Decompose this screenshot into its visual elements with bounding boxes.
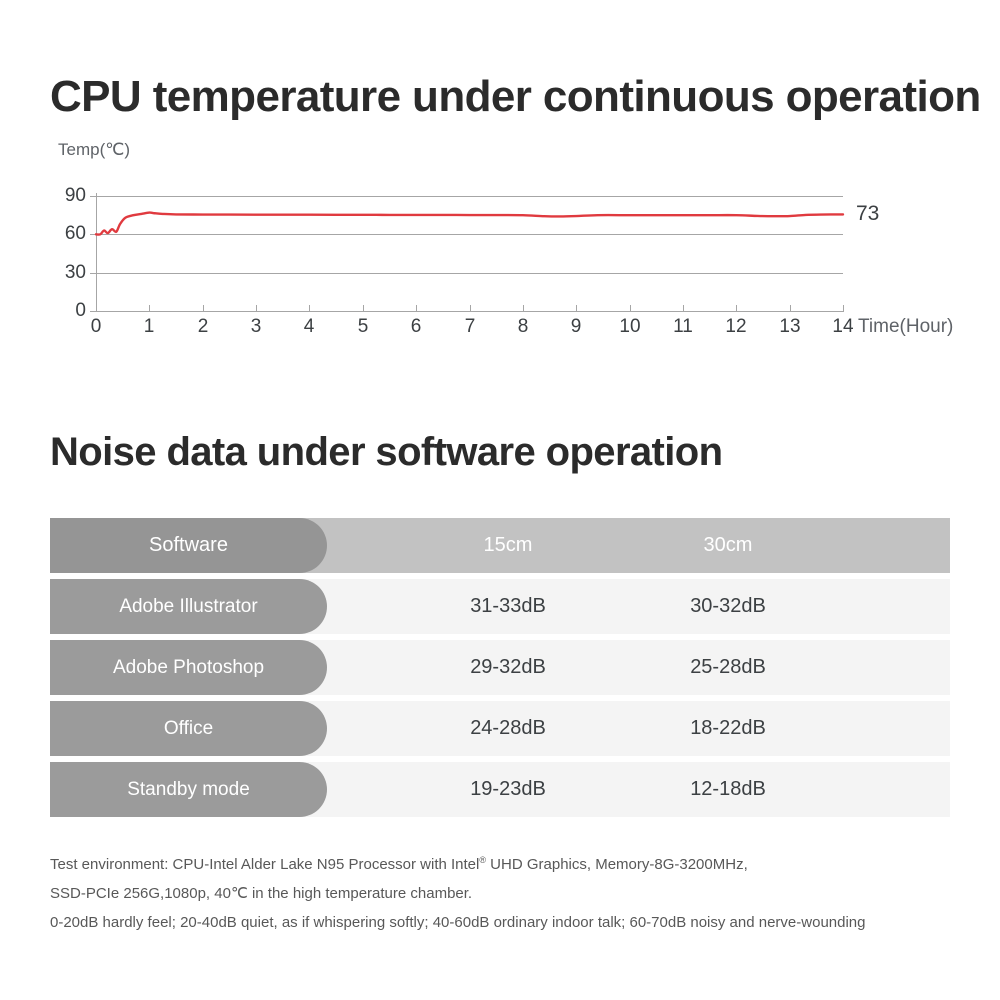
table-header-cell-30cm: 30cm xyxy=(653,518,803,573)
noise-data-table: Software 15cm 30cm Adobe Illustrator 31-… xyxy=(50,518,950,823)
table-cell-15cm: 19-23dB xyxy=(433,762,583,817)
table-cell-15cm: 24-28dB xyxy=(433,701,583,756)
table-cell-software: Adobe Illustrator xyxy=(50,579,327,634)
table-cell-15cm-value: 31-33dB xyxy=(470,595,546,617)
footnote-line-1-part-a: Test environment: CPU-Intel Alder Lake N… xyxy=(50,856,480,873)
table-cell-software: Adobe Photoshop xyxy=(50,640,327,695)
table-cell-30cm-value: 30-32dB xyxy=(690,595,766,617)
table-cell-30cm-value: 12-18dB xyxy=(690,778,766,800)
table-cell-software-label: Adobe Illustrator xyxy=(119,595,258,617)
chart-endpoint-value-label: 73 xyxy=(856,202,880,226)
table-cell-15cm-value: 19-23dB xyxy=(470,778,546,800)
table-cell-30cm-value: 18-22dB xyxy=(690,717,766,739)
table-cell-30cm: 12-18dB xyxy=(653,762,803,817)
table-row: Office 24-28dB 18-22dB xyxy=(50,701,950,756)
series-path-cpu-temperature xyxy=(94,211,845,236)
footnote-line-2: SSD-PCIe 256G,1080p, 40℃ in the high tem… xyxy=(50,885,473,902)
footnote-line-3: 0-20dB hardly feel; 20-40dB quiet, as if… xyxy=(50,914,866,931)
table-cell-15cm-value: 24-28dB xyxy=(470,717,546,739)
table-header-cell-15cm: 15cm xyxy=(433,518,583,573)
footnotes: Test environment: CPU-Intel Alder Lake N… xyxy=(50,846,970,937)
table-header-label-30cm: 30cm xyxy=(703,534,753,556)
table-cell-software-label: Adobe Photoshop xyxy=(112,656,265,678)
table-cell-15cm: 31-33dB xyxy=(433,579,583,634)
footnote-line-1-part-b: UHD Graphics, Memory-8G-3200MHz, xyxy=(486,856,748,873)
table-header-cell-software: Software xyxy=(50,518,327,573)
table-cell-software-label: Office xyxy=(163,717,214,739)
footnote-line-1: Test environment: CPU-Intel Alder Lake N… xyxy=(50,846,970,879)
chart-x-axis-title: Time(Hour) xyxy=(858,316,954,337)
table-header-row: Software 15cm 30cm xyxy=(50,518,950,573)
table-cell-30cm: 25-28dB xyxy=(653,640,803,695)
table-cell-15cm-value: 29-32dB xyxy=(470,656,546,678)
table-header-label-15cm: 15cm xyxy=(483,534,533,556)
table-cell-software-label: Standby mode xyxy=(127,778,250,800)
table-cell-30cm: 18-22dB xyxy=(653,701,803,756)
table-row: Adobe Illustrator 31-33dB 30-32dB xyxy=(50,579,950,634)
table-cell-30cm: 30-32dB xyxy=(653,579,803,634)
table-cell-15cm: 29-32dB xyxy=(433,640,583,695)
page-title-noise-data: Noise data under software operation xyxy=(50,430,723,474)
table-row: Standby mode 19-23dB 12-18dB xyxy=(50,762,950,817)
table-cell-software: Office xyxy=(50,701,327,756)
table-header-label-software: Software xyxy=(149,534,228,556)
table-cell-software: Standby mode xyxy=(50,762,327,817)
table-row: Adobe Photoshop 29-32dB 25-28dB xyxy=(50,640,950,695)
table-cell-30cm-value: 25-28dB xyxy=(690,656,766,678)
